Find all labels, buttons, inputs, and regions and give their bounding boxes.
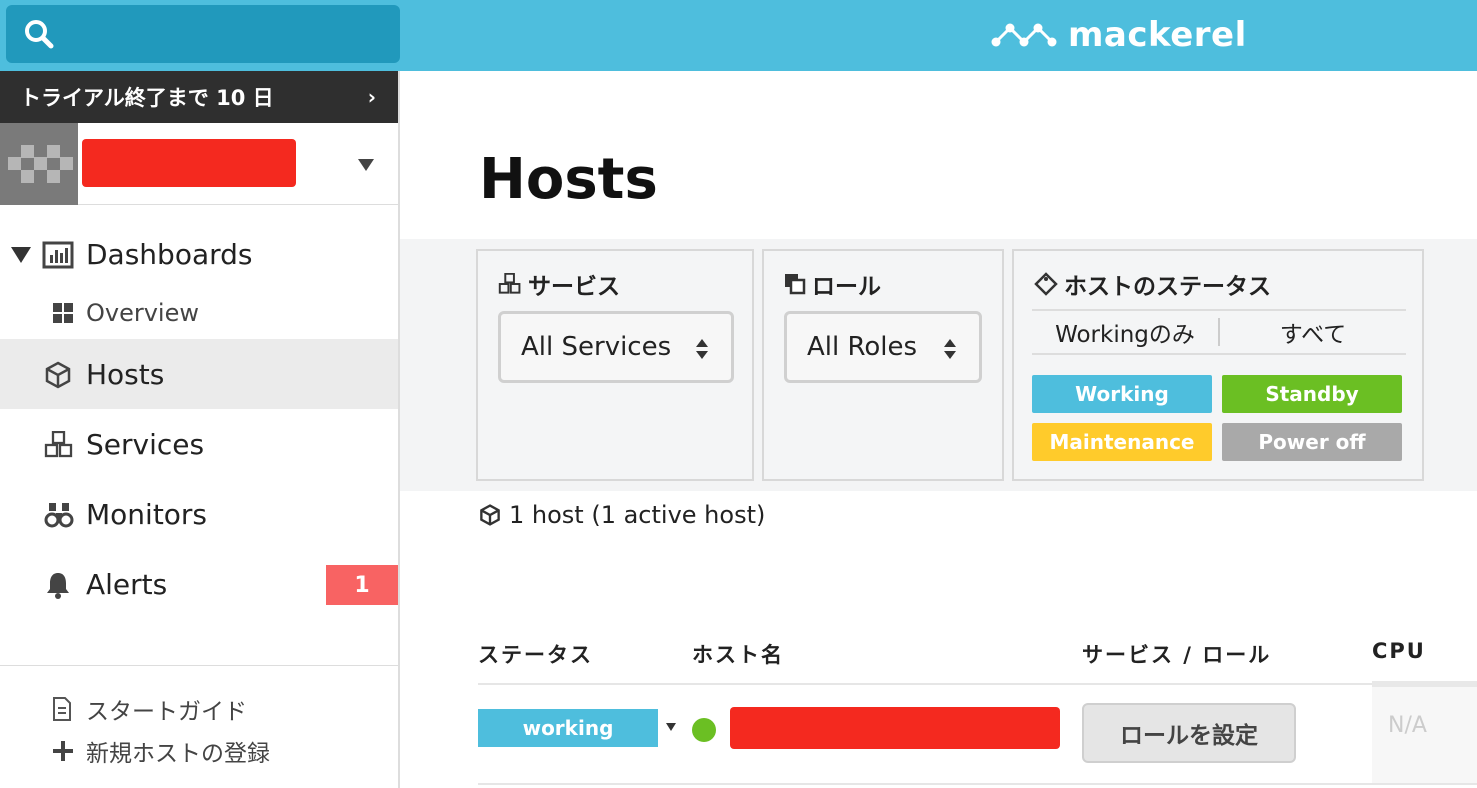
status-filter-title: ホストのステータス bbox=[1034, 267, 1271, 301]
column-header-hostname[interactable]: ホスト名 bbox=[692, 639, 784, 669]
document-icon bbox=[53, 697, 71, 721]
caret-down-icon[interactable] bbox=[666, 723, 676, 731]
sidebar-item-alerts[interactable]: Alerts 1 bbox=[0, 549, 398, 619]
status-working-button[interactable]: Working bbox=[1032, 375, 1212, 413]
organization-switcher[interactable] bbox=[0, 122, 398, 205]
working-only-option[interactable]: Workingのみ bbox=[1032, 311, 1218, 353]
host-count-text: 1 host (1 active host) bbox=[509, 501, 766, 529]
column-header-cpu[interactable]: CPU bbox=[1372, 639, 1426, 663]
box-icon bbox=[480, 504, 500, 526]
brand-logo[interactable]: mackerel bbox=[990, 14, 1247, 56]
all-statuses-option[interactable]: すべて bbox=[1220, 311, 1406, 353]
host-status-pill[interactable]: working bbox=[478, 709, 658, 747]
boxes-icon bbox=[498, 273, 521, 294]
service-select[interactable]: All Services bbox=[498, 311, 734, 383]
start-guide-label: スタートガイド bbox=[86, 699, 247, 725]
sidebar-footer: スタートガイド 新規ホストの登録 bbox=[0, 665, 398, 772]
table-divider bbox=[478, 783, 1477, 785]
role-filter-label: ロール bbox=[812, 274, 881, 300]
status-dot-icon bbox=[692, 718, 716, 742]
sidebar-item-label: Hosts bbox=[86, 357, 165, 391]
organization-name-redacted bbox=[82, 139, 296, 187]
brand-name: mackerel bbox=[1068, 15, 1247, 55]
host-count: 1 host (1 active host) bbox=[479, 501, 765, 529]
role-select[interactable]: All Roles bbox=[784, 311, 982, 383]
status-poweroff-button[interactable]: Power off bbox=[1222, 423, 1402, 461]
role-filter-panel: ロール All Roles bbox=[762, 249, 1004, 481]
sidebar-item-label: Dashboards bbox=[86, 237, 253, 271]
triangle-down-icon[interactable] bbox=[11, 247, 31, 263]
column-header-service-role[interactable]: サービス / ロール bbox=[1082, 639, 1271, 669]
service-select-value: All Services bbox=[521, 332, 672, 362]
select-arrows-icon bbox=[944, 339, 956, 359]
service-filter-label: サービス bbox=[528, 274, 620, 300]
add-host-label: 新規ホストの登録 bbox=[86, 741, 270, 767]
filter-bar: サービス All Services ロール All Roles ホストのステータ… bbox=[400, 239, 1477, 491]
start-guide-link[interactable]: スタートガイド bbox=[0, 688, 398, 730]
roles-icon bbox=[785, 274, 806, 295]
trial-text: トライアル終了まで 10 日 bbox=[20, 86, 274, 110]
set-role-button[interactable]: ロールを設定 bbox=[1082, 703, 1296, 763]
binoculars-icon bbox=[44, 503, 74, 528]
sidebar-item-dashboards[interactable]: Dashboards bbox=[0, 221, 398, 287]
cpu-cell-strip bbox=[1372, 681, 1477, 687]
status-maintenance-button[interactable]: Maintenance bbox=[1032, 423, 1212, 461]
organization-avatar bbox=[0, 122, 78, 205]
service-filter-title: サービス bbox=[498, 267, 620, 301]
status-filter-panel: ホストのステータス Workingのみ すべて Working Standby … bbox=[1012, 249, 1424, 481]
boxes-icon bbox=[44, 431, 73, 458]
chevron-right-icon: › bbox=[367, 85, 376, 109]
search-box[interactable] bbox=[6, 5, 400, 63]
sidebar-item-label: Overview bbox=[86, 299, 199, 327]
select-arrows-icon bbox=[696, 339, 708, 359]
role-select-value: All Roles bbox=[807, 332, 918, 362]
box-icon bbox=[45, 361, 71, 389]
search-icon bbox=[25, 20, 54, 49]
cpu-value: N/A bbox=[1388, 713, 1427, 738]
sidebar-item-services[interactable]: Services bbox=[0, 409, 398, 479]
sidebar: トライアル終了まで 10 日 › Dashboards Overview Hos… bbox=[0, 71, 400, 788]
sidebar-item-label: Services bbox=[86, 427, 205, 461]
alerts-count-badge: 1 bbox=[326, 565, 398, 605]
top-bar: mackerel bbox=[0, 0, 1477, 71]
table-divider bbox=[478, 683, 1477, 685]
status-scope-toggle: Workingのみ すべて bbox=[1032, 309, 1406, 355]
trial-banner[interactable]: トライアル終了まで 10 日 › bbox=[0, 71, 398, 123]
page-title: Hosts bbox=[479, 147, 658, 212]
bell-icon bbox=[47, 573, 69, 599]
tag-icon bbox=[1034, 272, 1058, 296]
sidebar-item-label: Monitors bbox=[86, 497, 208, 531]
caret-down-icon[interactable] bbox=[358, 159, 374, 171]
status-filter-label: ホストのステータス bbox=[1064, 274, 1271, 300]
status-standby-button[interactable]: Standby bbox=[1222, 375, 1402, 413]
dashboard-chart-icon bbox=[42, 241, 74, 269]
grid-icon bbox=[53, 303, 73, 323]
add-host-link[interactable]: 新規ホストの登録 bbox=[0, 730, 398, 772]
mackerel-logo-icon bbox=[991, 23, 1057, 47]
column-header-status[interactable]: ステータス bbox=[478, 639, 593, 669]
sidebar-item-monitors[interactable]: Monitors bbox=[0, 479, 398, 549]
role-filter-title: ロール bbox=[784, 267, 881, 301]
plus-icon bbox=[53, 741, 73, 761]
host-name-redacted[interactable] bbox=[730, 707, 1060, 749]
main-content: Hosts サービス All Services ロール All Roles ホス… bbox=[400, 71, 1477, 788]
sidebar-item-hosts[interactable]: Hosts bbox=[0, 339, 398, 409]
sidebar-item-overview[interactable]: Overview bbox=[0, 287, 398, 339]
sidebar-nav: Dashboards Overview Hosts Services Monit… bbox=[0, 205, 398, 619]
sidebar-item-label: Alerts bbox=[86, 567, 168, 601]
service-filter-panel: サービス All Services bbox=[476, 249, 754, 481]
